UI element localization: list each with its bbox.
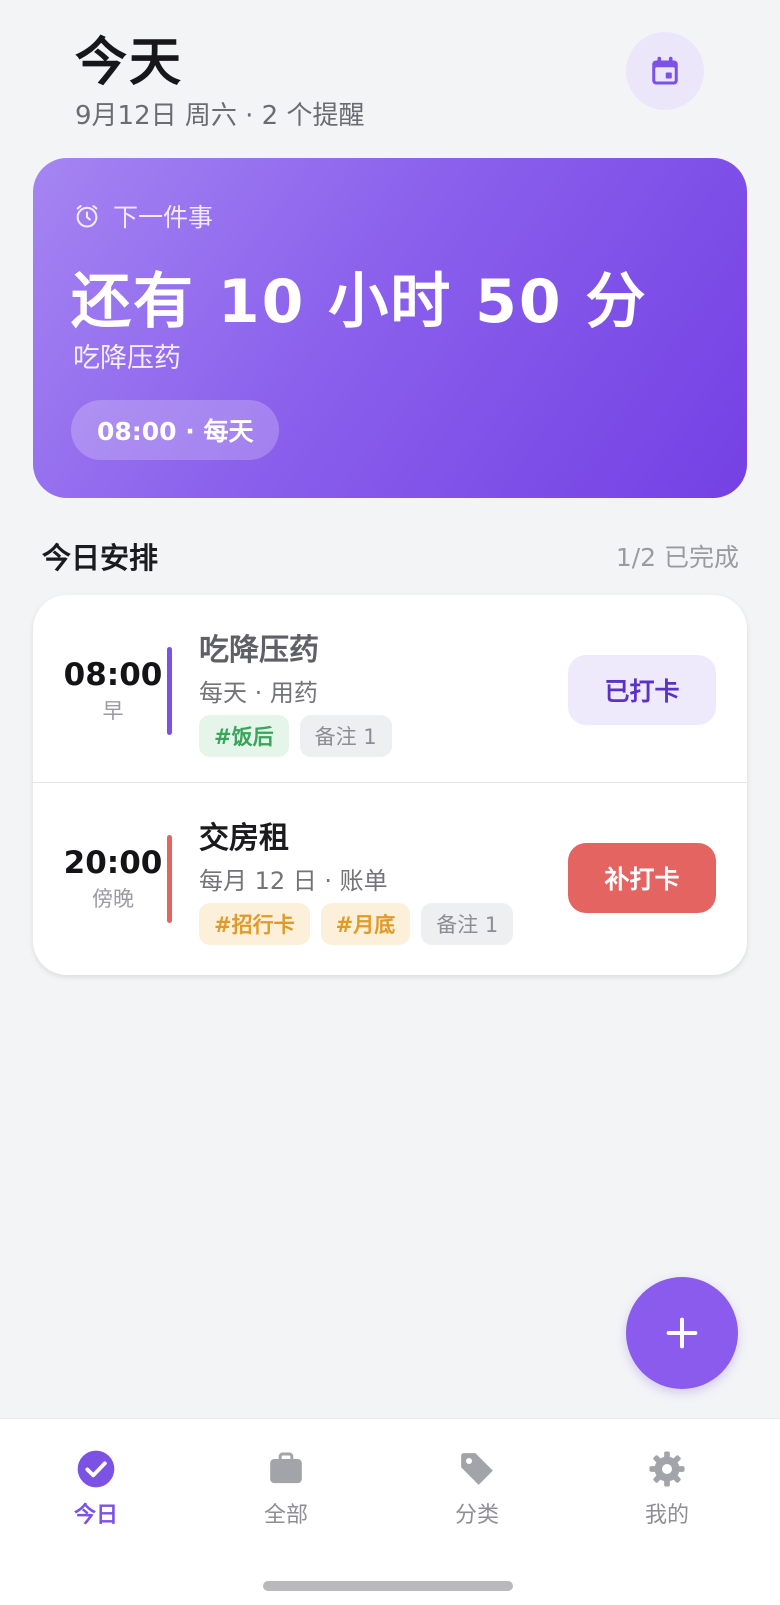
next-event-label: 下一件事 — [113, 203, 214, 232]
plus-icon — [666, 1317, 698, 1349]
next-task-name: 吃降压药 — [73, 343, 181, 374]
tag-list: #饭后 备注 1 — [199, 715, 392, 757]
item-meta: 每月 12 日 · 账单 — [199, 867, 388, 895]
checked-in-button[interactable]: 已打卡 — [568, 655, 716, 725]
time-block: 08:00 早 — [63, 657, 163, 725]
tag[interactable]: #饭后 — [199, 715, 289, 757]
tag-list: #招行卡 #月底 备注 1 — [199, 903, 514, 945]
header: 今天 9月12日 周六 · 2 个提醒 — [0, 0, 780, 150]
tab-all[interactable]: 全部 — [226, 1449, 346, 1529]
tag[interactable]: #月底 — [320, 903, 411, 945]
next-event-label-row: 下一件事 — [73, 198, 213, 234]
tab-label: 分类 — [454, 1503, 499, 1528]
alarm-clock-icon — [76, 205, 98, 228]
tab-me[interactable]: 我的 — [607, 1449, 727, 1529]
category-bar — [167, 647, 172, 735]
tab-label: 我的 — [644, 1503, 689, 1528]
schedule-item[interactable]: 20:00 傍晚 交房租 每月 12 日 · 账单 #招行卡 #月底 备注 1 … — [33, 782, 747, 972]
tab-today[interactable]: 今日 — [36, 1449, 156, 1529]
schedule-list: 08:00 早 吃降压药 每天 · 用药 #饭后 备注 1 已打卡 20:00 … — [33, 595, 747, 975]
item-title: 交房租 — [199, 821, 289, 856]
item-title: 吃降压药 — [199, 633, 319, 668]
item-time: 08:00 — [63, 657, 163, 693]
tag-icon — [461, 1453, 493, 1485]
gear-icon — [649, 1451, 685, 1487]
item-time: 20:00 — [63, 845, 163, 881]
item-period: 早 — [102, 699, 124, 723]
time-block: 20:00 傍晚 — [63, 845, 163, 913]
section-title: 今日安排 — [42, 541, 159, 575]
note-badge[interactable]: 备注 1 — [299, 715, 392, 757]
tab-category[interactable]: 分类 — [417, 1449, 537, 1529]
tab-label: 全部 — [263, 1503, 308, 1528]
briefcase-icon — [270, 1452, 302, 1484]
add-reminder-button[interactable] — [626, 1277, 738, 1389]
schedule-item[interactable]: 08:00 早 吃降压药 每天 · 用药 #饭后 备注 1 已打卡 — [33, 595, 747, 785]
countdown-text: 还有 10 小时 50 分 — [71, 267, 648, 337]
calendar-button[interactable] — [626, 32, 704, 110]
check-circle-icon — [77, 1450, 115, 1488]
bottom-tab-bar: 今日 全部 分类 我的 — [0, 1418, 780, 1605]
next-event-card[interactable]: 下一件事 还有 10 小时 50 分 吃降压药 08:00 · 每天 — [33, 158, 747, 498]
item-period: 傍晚 — [92, 887, 134, 911]
note-badge[interactable]: 备注 1 — [421, 903, 514, 945]
completion-progress: 1/2 已完成 — [615, 543, 739, 572]
home-indicator[interactable] — [263, 1581, 513, 1591]
item-meta: 每天 · 用药 — [199, 679, 318, 707]
next-time-pill: 08:00 · 每天 — [71, 400, 280, 460]
calendar-icon — [652, 56, 678, 85]
category-bar — [167, 835, 172, 923]
page-subtitle: 9月12日 周六 · 2 个提醒 — [75, 101, 365, 131]
page-title: 今天 — [75, 33, 184, 93]
tab-label: 今日 — [73, 1503, 118, 1528]
tag[interactable]: #招行卡 — [199, 903, 310, 945]
makeup-checkin-button[interactable]: 补打卡 — [568, 843, 716, 913]
